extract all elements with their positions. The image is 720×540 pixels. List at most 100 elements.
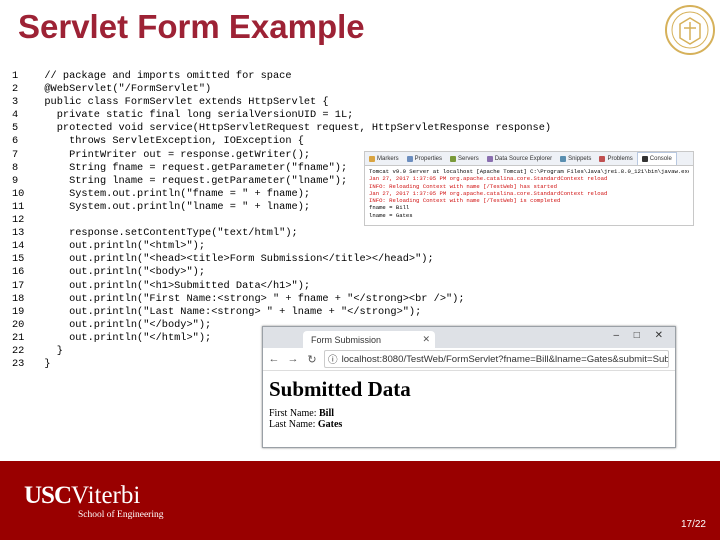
url-text: localhost:8080/TestWeb/FormServlet?fname…	[341, 353, 669, 365]
console-tab-label: Problems	[607, 155, 633, 162]
code-text: }	[32, 344, 63, 357]
line-number: 12	[12, 214, 25, 227]
line-number: 8	[12, 161, 19, 174]
console-tab-properties[interactable]: Properties	[403, 155, 446, 162]
code-line: 16 out.println("<body>");	[12, 266, 551, 279]
first-name-label: First Name:	[269, 408, 319, 419]
code-line: 13 response.setContentType("text/html");	[12, 227, 551, 240]
problems-icon	[599, 155, 606, 162]
browser-tab[interactable]: Form Submission ✕	[303, 331, 435, 348]
console-line: fname = Bill	[369, 204, 410, 212]
line-number: 16	[12, 266, 25, 279]
console-tab-problems[interactable]: Problems	[595, 155, 636, 162]
browser-window: Form Submission ✕ – □ ✕ ← → ↻ ⓘ localhos…	[262, 326, 676, 448]
tab-title: Form Submission	[311, 334, 382, 345]
last-name-row: Last Name: Gates	[269, 419, 675, 430]
console-tab-snippets[interactable]: Snippets	[556, 155, 595, 162]
code-text: public class FormServlet extends HttpSer…	[32, 96, 329, 109]
console-tab-label: Snippets	[568, 155, 592, 162]
code-line: 4 private static final long serialVersio…	[12, 109, 551, 122]
eclipse-console-panel: Markers Properties Servers Data Source Expl…	[364, 151, 694, 226]
page-content: Submitted Data First Name: Bill Last Nam…	[263, 371, 675, 430]
line-number: 9	[12, 174, 19, 187]
address-bar[interactable]: ⓘ localhost:8080/TestWeb/FormServlet?fna…	[324, 350, 669, 368]
console-line: INFO: Reloading Context with name [/Test…	[369, 182, 557, 190]
console-icon	[641, 156, 648, 162]
data-source-icon	[486, 155, 493, 162]
console-tab-label: Properties	[414, 155, 443, 162]
line-number: 3	[12, 96, 19, 109]
code-text: protected void service(HttpServletReques…	[32, 122, 552, 135]
code-line: 14 out.println("<html>");	[12, 240, 551, 253]
code-line: 19 out.println("Last Name:<strong> " + l…	[12, 306, 551, 319]
console-tab-data-source-explorer[interactable]: Data Source Explorer	[483, 155, 556, 162]
close-tab-icon[interactable]: ✕	[422, 334, 430, 345]
code-text: private static final long serialVersionU…	[32, 109, 354, 122]
line-number: 2	[12, 83, 19, 96]
line-number: 14	[12, 240, 25, 253]
first-name-value: Bill	[319, 408, 335, 419]
code-line: 18 out.println("First Name:<strong> " + …	[12, 293, 551, 306]
line-number: 1	[12, 70, 19, 82]
console-tab-label: Console	[649, 156, 672, 162]
line-number: 21	[12, 331, 25, 344]
forward-arrow-icon[interactable]: →	[285, 353, 301, 365]
console-line: Tomcat v9.0 Server at localhost [Apache …	[369, 168, 689, 175]
browser-toolbar: ← → ↻ ⓘ localhost:8080/TestWeb/FormServl…	[263, 348, 675, 371]
line-number: 5	[12, 122, 19, 135]
logo-usc: USC	[24, 482, 72, 509]
school-name: School of Engineering	[78, 510, 164, 520]
code-line: 3 public class FormServlet extends HttpS…	[12, 96, 551, 109]
browser-tab-bar: Form Submission ✕ – □ ✕	[263, 327, 675, 348]
code-text: // package and imports omitted for space	[32, 70, 292, 82]
console-tab-label: Data Source Explorer	[494, 155, 553, 162]
console-tab-markers[interactable]: Markers	[365, 155, 403, 162]
console-tab-label: Servers	[458, 155, 479, 162]
code-text: out.println("</html>");	[32, 331, 212, 344]
code-text: @WebServlet("/FormServlet")	[32, 83, 212, 96]
line-number: 6	[12, 135, 19, 148]
last-name-value: Gates	[317, 419, 343, 430]
page-heading: Submitted Data	[269, 377, 411, 401]
console-tab-label: Markers	[377, 155, 399, 162]
code-text: out.println("<body>");	[32, 266, 206, 279]
code-line: 6 throws ServletException, IOException {	[12, 135, 551, 148]
info-icon: ⓘ	[328, 355, 338, 366]
console-line: INFO: Reloading Context with name [/Test…	[369, 197, 561, 205]
code-text: response.setContentType("text/html");	[32, 227, 298, 240]
code-text: String lname = request.getParameter("lna…	[32, 174, 348, 187]
code-text: }	[32, 358, 51, 371]
usc-viterbi-logo: USCViterbi	[24, 482, 140, 510]
line-number: 20	[12, 318, 25, 331]
console-line: lname = Gates	[369, 211, 413, 219]
back-arrow-icon[interactable]: ←	[266, 353, 282, 365]
logo-viterbi: Viterbi	[71, 482, 141, 509]
code-text: out.println("<html>");	[32, 240, 206, 253]
code-text: System.out.println("lname = " + lname);	[32, 200, 311, 213]
code-text: out.println("<head><title>Form Submissio…	[32, 253, 434, 266]
code-line: 5 protected void service(HttpServletRequ…	[12, 122, 551, 135]
first-name-row: First Name: Bill	[269, 408, 675, 419]
line-number: 18	[12, 292, 25, 305]
code-line: 17 out.println("<h1>Submitted Data</h1>"…	[12, 280, 551, 293]
line-number: 13	[12, 227, 25, 240]
footer-bar: USCViterbi School of Engineering 17/22	[0, 461, 720, 540]
line-number: 17	[12, 279, 25, 292]
console-tab-console[interactable]: Console	[636, 152, 677, 165]
code-text: out.println("</body>");	[32, 318, 212, 331]
line-number: 4	[12, 109, 19, 122]
code-text: String fname = request.getParameter("fna…	[32, 161, 348, 174]
line-number: 11	[12, 200, 25, 213]
window-controls[interactable]: – □ ✕	[613, 330, 669, 341]
properties-icon	[406, 155, 413, 162]
code-line: 15 out.println("<head><title>Form Submis…	[12, 253, 551, 266]
console-line: Jan 27, 2017 1:37:05 PM org.apache.catal…	[369, 189, 608, 197]
code-line: 2 @WebServlet("/FormServlet")	[12, 83, 551, 96]
line-number: 10	[12, 187, 25, 200]
console-tab-servers[interactable]: Servers	[446, 155, 483, 162]
reload-icon[interactable]: ↻	[304, 353, 320, 366]
code-text: System.out.println("fname = " + fname);	[32, 187, 311, 200]
code-text: out.println("Last Name:<strong> " + lnam…	[32, 305, 422, 318]
code-text: PrintWriter out = response.getWriter();	[32, 148, 311, 161]
console-line: Jan 27, 2017 1:37:05 PM org.apache.catal…	[369, 175, 608, 183]
